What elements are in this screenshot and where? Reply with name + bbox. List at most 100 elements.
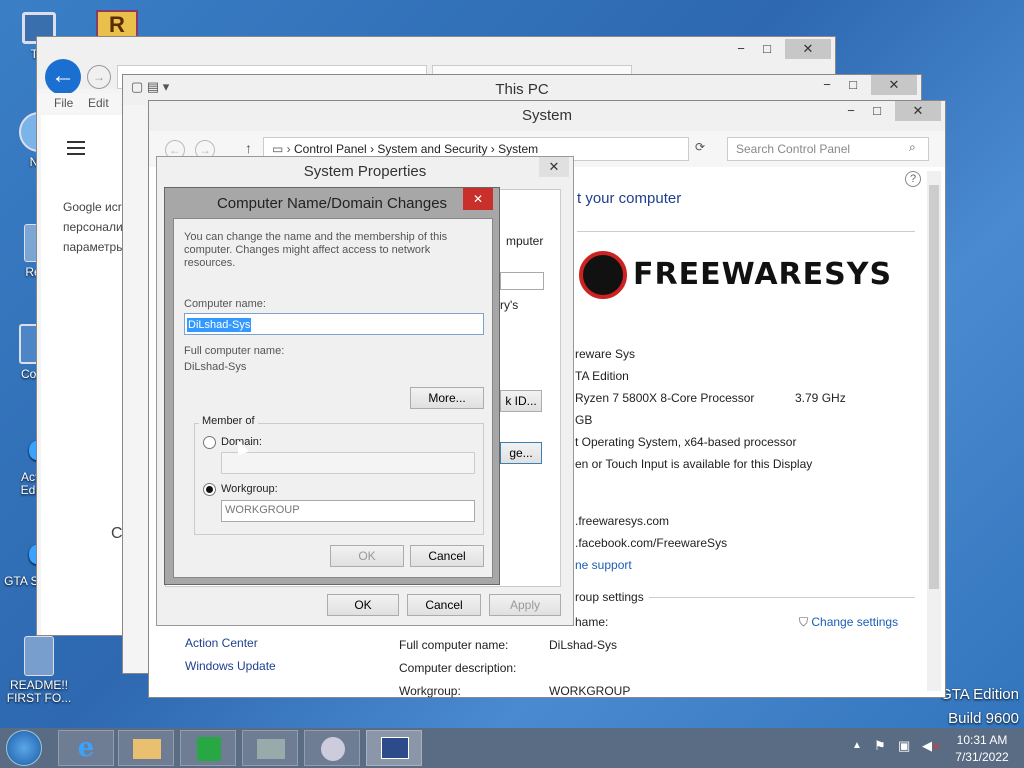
system-properties-title: System Properties xyxy=(303,163,427,180)
link-online-support[interactable]: ne support xyxy=(575,558,632,572)
forward-button[interactable]: → xyxy=(87,65,111,89)
system-maximize-button[interactable]: □ xyxy=(863,101,891,121)
tray-volume-icon[interactable]: ◀✕ xyxy=(922,738,940,754)
taskbar-store-icon[interactable] xyxy=(180,730,236,766)
more-button[interactable]: More... xyxy=(410,387,484,409)
dialog-body: You can change the name and the membersh… xyxy=(173,218,493,578)
link-facebook[interactable]: .facebook.com/FreewareSys xyxy=(575,536,727,550)
taskbar-app-icon[interactable] xyxy=(242,730,298,766)
this-pc-minimize-button[interactable]: − xyxy=(813,75,841,95)
system-title: System xyxy=(521,107,572,124)
menu-edit[interactable]: Edit xyxy=(88,96,109,110)
breadcrumb-item-system-and-security[interactable]: System and Security xyxy=(377,142,487,156)
browser-close-button[interactable]: ✕ xyxy=(785,39,831,59)
help-icon[interactable]: ? xyxy=(905,171,921,187)
taskbar-system-icon[interactable] xyxy=(366,730,422,766)
sysprops-text-fragment-2: ry's xyxy=(500,298,519,312)
computer-name-input[interactable]: DiLshad-Sys xyxy=(184,313,484,335)
system-minimize-button[interactable]: − xyxy=(837,101,865,121)
breadcrumb-root-icon: ▭ › xyxy=(272,142,291,156)
computer-name-dialog: Computer Name/Domain Changes ✕ You can c… xyxy=(164,187,500,585)
computer-name-label: Computer name: xyxy=(184,298,266,310)
browser-maximize-button[interactable]: □ xyxy=(753,39,781,59)
taskbar-media-icon[interactable] xyxy=(304,730,360,766)
system-close-button[interactable]: ✕ xyxy=(895,101,941,121)
change-settings-link[interactable]: ⛉ Change settings xyxy=(799,615,898,630)
sysprops-ok-button[interactable]: OK xyxy=(327,594,399,616)
dialog-cancel-button[interactable]: Cancel xyxy=(410,545,484,567)
taskbar-explorer-icon[interactable] xyxy=(118,730,174,766)
logo-emblem-icon xyxy=(579,251,627,299)
breadcrumb-item-control-panel[interactable]: Control Panel xyxy=(294,142,367,156)
clock-date[interactable]: 7/31/2022 xyxy=(946,750,1018,764)
sysprops-cancel-button[interactable]: Cancel xyxy=(407,594,481,616)
system-heading: t your computer xyxy=(577,190,682,207)
search-input[interactable]: Search Control Panel xyxy=(727,137,929,161)
taskbar-ie-icon[interactable]: e xyxy=(58,730,114,766)
browser-minimize-button[interactable]: − xyxy=(727,39,755,59)
sysprops-input-fragment xyxy=(500,272,544,290)
clock-time[interactable]: 10:31 AM xyxy=(946,733,1018,747)
see-also-action-center[interactable]: Action Center xyxy=(185,636,258,650)
this-pc-maximize-button[interactable]: □ xyxy=(839,75,867,95)
scrollbar-thumb[interactable] xyxy=(929,185,939,589)
domain-input[interactable] xyxy=(221,452,475,474)
dialog-titlebar: Computer Name/Domain Changes ✕ xyxy=(165,188,499,218)
full-name-value: DiLshad-Sys xyxy=(549,638,618,652)
logo-text: FREEWARESYS xyxy=(633,257,893,292)
info-line-system-type: t Operating System, x64-based processor xyxy=(575,435,797,449)
heading-rule xyxy=(577,231,915,232)
this-pc-toolbar: ▢ ▤ ▾ xyxy=(131,79,170,94)
full-computer-name-label: Full computer name: xyxy=(184,345,285,357)
back-button[interactable]: ← xyxy=(45,59,81,95)
sysprops-apply-button[interactable]: Apply xyxy=(489,594,561,616)
workgroup-radio[interactable] xyxy=(203,483,216,496)
browser-text-line-1: Google иcr xyxy=(63,200,122,214)
system-titlebar: System − □ ✕ xyxy=(149,101,945,131)
network-id-button[interactable]: k ID... xyxy=(500,390,542,412)
info-line-edition: TA Edition xyxy=(575,369,629,383)
workgroup-settings-heading: roup settings xyxy=(575,590,644,604)
system-properties-titlebar: System Properties ✕ xyxy=(157,157,573,187)
computer-name-fragment: hame: xyxy=(575,615,609,629)
browser-text-line-3: параметры xyxy=(63,240,125,254)
info-cpu-speed: 3.79 GHz xyxy=(795,391,846,405)
desktop-icon-label: README!! FIRST FO... xyxy=(6,678,72,705)
start-button[interactable] xyxy=(6,730,42,766)
sysprops-text-fragment-1: mputer xyxy=(506,234,544,248)
dialog-close-button[interactable]: ✕ xyxy=(463,188,493,210)
domain-radio[interactable] xyxy=(203,436,216,449)
link-website[interactable]: .freewaresys.com xyxy=(575,514,669,528)
description-label: Computer description: xyxy=(399,661,517,675)
this-pc-close-button[interactable]: ✕ xyxy=(871,75,917,95)
info-line-processor: Ryzen 7 5800X 8-Core Processor xyxy=(575,391,755,405)
full-name-label: Full computer name: xyxy=(399,638,509,652)
workgroup-value: WORKGROUP xyxy=(549,684,631,698)
workgroup-input[interactable]: WORKGROUP xyxy=(221,500,475,522)
system-properties-close-button[interactable]: ✕ xyxy=(539,157,569,177)
nav-up-icon[interactable]: ↑ xyxy=(245,140,252,156)
change-settings-label: Change settings xyxy=(811,615,899,629)
hamburger-menu-icon[interactable] xyxy=(67,141,85,155)
taskbar: e ▲ ⚑ ▣ ◀✕ 10:31 AM 7/31/2022 xyxy=(0,728,1024,768)
see-also-windows-update[interactable]: Windows Update xyxy=(185,659,276,673)
breadcrumb-item-system[interactable]: System xyxy=(498,142,538,156)
tray-flag-icon[interactable]: ⚑ xyxy=(874,738,886,754)
watermark-edition: GTA Edition xyxy=(940,686,1019,703)
member-of-label: Member of xyxy=(199,415,258,427)
change-button[interactable]: ge... xyxy=(500,442,542,464)
info-line-memory: GB xyxy=(575,413,593,427)
menu-file[interactable]: File xyxy=(54,96,73,110)
desktop-icon-readme[interactable]: README!! FIRST FO... xyxy=(4,636,74,705)
tray-show-hidden-icon[interactable]: ▲ xyxy=(852,740,862,751)
refresh-icon[interactable]: ⟳ xyxy=(695,140,705,154)
search-icon: ⌕ xyxy=(909,140,916,154)
workgroup-radio-label[interactable]: Workgroup: xyxy=(221,483,278,495)
shield-icon: ⛉ xyxy=(799,615,809,629)
dialog-ok-button[interactable]: OK xyxy=(330,545,404,567)
info-line-manufacturer: reware Sys xyxy=(575,347,636,361)
workgroup-label: Workgroup: xyxy=(399,684,461,698)
scrollbar[interactable] xyxy=(927,171,941,691)
computer-name-selection: DiLshad-Sys xyxy=(187,318,252,332)
tray-network-icon[interactable]: ▣ xyxy=(898,738,910,754)
